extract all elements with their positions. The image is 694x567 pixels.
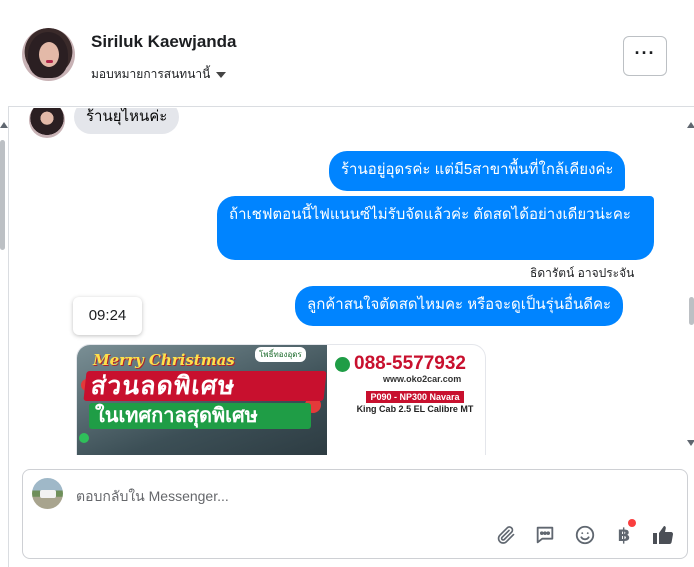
outgoing-message[interactable]: ถ้าเชฟตอนนี้ไฟแนนซ์ไม่รับจัดแล้วค่ะ ตัดส… (217, 196, 654, 260)
contact-avatar[interactable] (22, 28, 75, 81)
promo-brand-logo: โพธิ์ทองอุดร (255, 347, 306, 362)
like-icon[interactable] (650, 522, 676, 548)
scroll-down-arrow-right[interactable] (687, 440, 694, 446)
outgoing-message[interactable]: ร้านอยู่อุดรค่ะ แต่มี5สาขาพื้นที่ใกล้เคี… (329, 151, 626, 191)
promo-season-text: ในเทศกาลสุดพิเศษ (89, 403, 311, 429)
contact-message-avatar (29, 108, 65, 138)
promo-phone: 088-5577932 (335, 353, 466, 375)
page-avatar (32, 478, 63, 509)
more-icon: ··· (634, 43, 656, 63)
promo-model: P090 - NP300 Navara King Cab 2.5 EL Cali… (345, 391, 485, 414)
contact-name[interactable]: Siriluk Kaewjanda (91, 32, 237, 52)
baht-symbol: ฿ (617, 524, 631, 546)
conversation-header: Siriluk Kaewjanda มอบหมายการสนทนานี้ ··· (8, 8, 694, 107)
notification-dot (628, 519, 636, 527)
ornament-icon (79, 433, 89, 443)
promo-website: www.oko2car.com (383, 374, 462, 384)
baht-payment-icon[interactable]: ฿ (611, 519, 637, 548)
more-options-button[interactable]: ··· (623, 36, 667, 76)
assign-label: มอบหมายการสนทนานี้ (91, 67, 211, 81)
sender-name: ธิดารัตน์ อาจประจัน (530, 266, 635, 280)
promo-phone-number: 088-5577932 (354, 353, 466, 374)
assign-conversation-dropdown[interactable]: มอบหมายการสนทนานี้ (91, 65, 227, 84)
caret-down-icon (216, 71, 227, 78)
reply-input[interactable] (76, 484, 496, 508)
scrollbar-right-thumb[interactable] (689, 297, 694, 325)
incoming-message[interactable]: ร้านยุไหนค่ะ (74, 108, 180, 134)
emoji-icon[interactable] (572, 522, 598, 548)
scroll-up-arrow-right[interactable] (687, 122, 694, 128)
promo-discount-text: ส่วนลดพิเศษ (83, 371, 327, 401)
paperclip-icon[interactable] (493, 522, 519, 548)
promo-model-line1: P090 - NP300 Navara (366, 391, 464, 403)
promo-headline: Merry Christmas (93, 351, 235, 369)
scrollbar-left-thumb[interactable] (0, 140, 5, 250)
phone-icon (335, 356, 350, 372)
quick-reply-icon[interactable] (532, 522, 558, 548)
outgoing-message[interactable]: ลูกค้าสนใจตัดสดไหมคะ หรือจะดูเป็นรุ่นอื่… (295, 286, 624, 326)
scroll-up-arrow-left[interactable] (0, 122, 8, 128)
promo-model-line2: King Cab 2.5 EL Calibre MT (356, 404, 474, 414)
timestamp-tooltip: 09:24 (73, 297, 142, 335)
message-thread: ร้านยุไหนค่ะ ร้านอยู่อุดรค่ะ แต่มี5สาขาพ… (8, 108, 688, 455)
promo-image-attachment[interactable]: Merry Christmas โพธิ์ทองอุดร ส่วนลดพิเศษ… (76, 344, 486, 455)
reply-composer: ฿ (22, 469, 688, 559)
